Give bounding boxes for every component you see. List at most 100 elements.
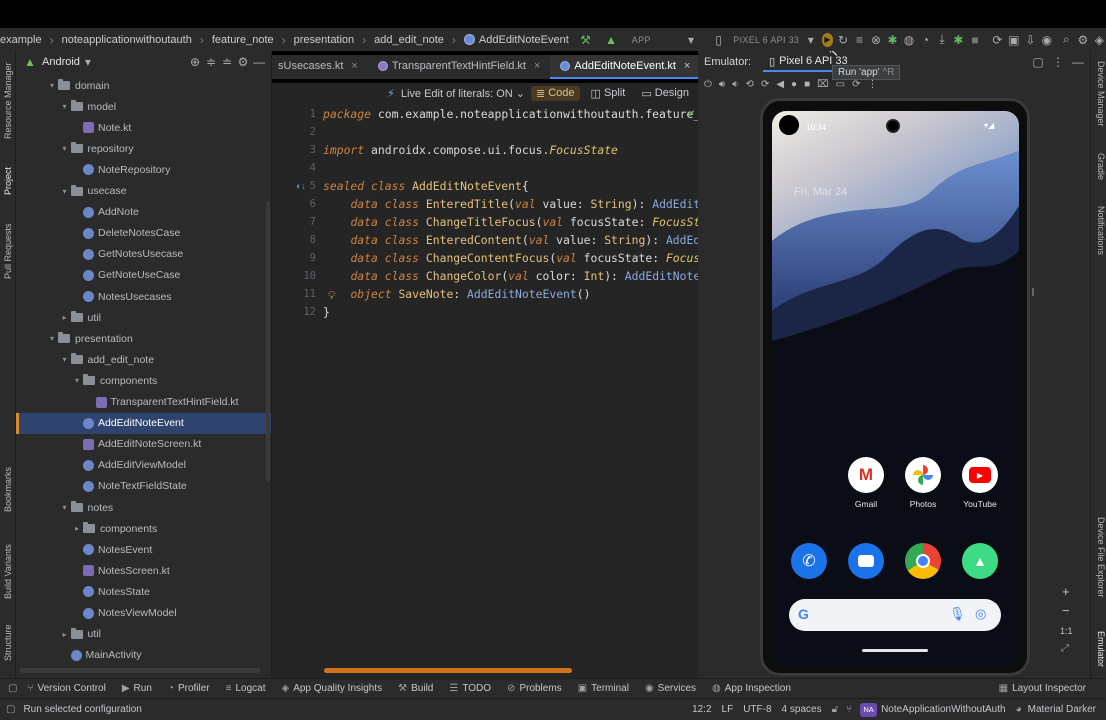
target-icon[interactable]: ⊕ <box>187 54 203 70</box>
chevron-down-icon[interactable]: ▾ <box>59 503 71 512</box>
tree-folder[interactable]: ▾ components <box>16 370 271 391</box>
volume-up-icon[interactable]: 🔊︎ <box>719 79 725 90</box>
editor-tab[interactable]: sUsecases.kt × <box>272 55 368 79</box>
tool-tab-bookmarks[interactable]: Bookmarks <box>1 463 15 515</box>
zoom-actual-size[interactable]: 1:1 <box>1060 626 1073 636</box>
tool-tab-device-file-explorer[interactable]: Device File Explorer <box>1093 517 1106 607</box>
tree-file[interactable]: GetNoteUseCase <box>16 265 271 286</box>
hammer-icon[interactable]: ⚒ <box>579 32 592 48</box>
status-layout-icon[interactable]: ▢ <box>6 704 15 715</box>
person-icon[interactable]: ◕ <box>1016 704 1022 715</box>
project-name[interactable]: NoteApplicationWithoutAuth <box>881 704 1006 715</box>
tree-file[interactable]: NoteTextFieldState <box>16 476 271 497</box>
screenshot-icon[interactable]: ⌧ <box>817 79 829 90</box>
vertical-scrollbar[interactable] <box>266 201 270 481</box>
device-manager-icon[interactable]: ▣ <box>1007 32 1020 48</box>
rotate-right-icon[interactable]: ⟳ <box>761 79 769 90</box>
coverage-icon[interactable]: ◍ <box>902 32 915 48</box>
gesture-home-bar[interactable] <box>862 649 928 652</box>
tool-tab-device-manager[interactable]: Device Manager <box>1093 61 1106 141</box>
tree-folder[interactable]: ▾ add_edit_note <box>16 349 271 370</box>
tree-file[interactable]: DeleteNotesCase <box>16 223 271 244</box>
gear-icon[interactable]: ⚙ <box>235 54 251 70</box>
breadcrumb-item-current[interactable]: AddEditNoteEvent <box>463 34 569 46</box>
project-view-select[interactable]: Android <box>42 56 80 68</box>
chevron-down-icon[interactable]: ▾ <box>59 355 71 364</box>
line-separator[interactable]: LF <box>722 704 734 715</box>
debug-icon[interactable]: ⊗ <box>869 32 882 48</box>
tool-app-quality-insights[interactable]: ◈ App Quality Insights <box>282 683 383 694</box>
app-gmail[interactable]: M Gmail <box>841 457 891 509</box>
sdk-manager-icon[interactable]: ⇩ <box>1024 32 1037 48</box>
tool-tab-build-variants[interactable]: Build Variants <box>1 537 15 607</box>
chevron-down-icon[interactable]: ▾ <box>59 144 71 153</box>
chevron-down-icon[interactable]: ▾ <box>71 376 83 385</box>
home-icon[interactable]: ● <box>791 79 797 90</box>
breadcrumb-item[interactable]: noteapplicationwithoutauth › <box>62 33 212 47</box>
tool-services[interactable]: ◉ Services <box>645 683 696 694</box>
snapshot-icon[interactable]: ⟳ <box>852 79 860 90</box>
tree-file[interactable]: AddEditNoteScreen.kt <box>16 434 271 455</box>
tool-tab-project[interactable]: Project <box>1 159 15 203</box>
tool-problems[interactable]: ⊘ Problems <box>507 683 562 694</box>
tree-folder[interactable]: ▾ model <box>16 96 271 117</box>
indent-setting[interactable]: 4 spaces <box>782 704 822 715</box>
microphone-icon[interactable]: 🎙︎ <box>949 606 966 622</box>
tool-tab-notifications[interactable]: Notifications <box>1093 206 1106 271</box>
breadcrumb-item[interactable]: feature_note › <box>212 33 294 47</box>
close-icon[interactable]: × <box>684 60 690 72</box>
tool-layout-inspector[interactable]: ▦ Layout Inspector <box>999 683 1086 694</box>
gear-icon[interactable]: ⚙ <box>1076 32 1089 48</box>
app-phone[interactable]: ✆ <box>784 543 834 579</box>
bug-icon[interactable]: ✱ <box>886 32 899 48</box>
tree-file[interactable]: NotesScreen.kt <box>16 560 271 581</box>
chevron-down-icon[interactable]: ▾ <box>80 54 96 70</box>
breadcrumb-item[interactable]: presentation › <box>294 33 375 47</box>
tree-file[interactable]: AddNote <box>16 202 271 223</box>
stop-icon[interactable]: ■ <box>968 32 981 48</box>
app-chrome[interactable] <box>898 543 948 579</box>
zoom-in-icon[interactable]: + <box>1062 584 1070 599</box>
device-select[interactable]: PIXEL 6 API 33 <box>733 34 805 45</box>
tree-folder[interactable]: ▸ util <box>16 307 271 328</box>
tree-folder[interactable]: ▸ util <box>16 624 271 645</box>
tool-version-control[interactable]: ⑂ Version Control <box>27 683 105 694</box>
tree-folder[interactable]: ▾ repository <box>16 138 271 159</box>
tree-file[interactable]: NoteRepository <box>16 159 271 180</box>
breadcrumb-item[interactable]: example › <box>0 33 62 47</box>
run-configuration-select[interactable]: APP <box>631 34 683 45</box>
collapse-all-icon[interactable]: ≐ <box>219 54 235 70</box>
run-icon[interactable]: ▶ <box>821 32 834 47</box>
more-vert-icon[interactable]: ⋮ <box>1050 54 1066 70</box>
tree-folder[interactable]: ▸ components <box>16 518 271 539</box>
editor-tab[interactable]: TransparentTextHintField.kt × <box>368 55 551 79</box>
app-android[interactable]: ▲ <box>955 543 1005 579</box>
tree-file[interactable]: TransparentTextHintField.kt <box>16 392 271 413</box>
tool-tab-structure[interactable]: Structure <box>1 617 15 669</box>
lens-icon[interactable]: ◎ <box>975 606 986 622</box>
tool-build[interactable]: ⚒ Build <box>398 683 433 694</box>
attach-debugger-icon[interactable]: ⤓ <box>935 32 948 48</box>
sync-gradle-icon[interactable]: ⟳ <box>991 32 1004 48</box>
minimize-icon[interactable]: — <box>1070 54 1086 70</box>
account-icon[interactable]: ◉ <box>1040 32 1053 48</box>
app-messages[interactable] <box>841 543 891 579</box>
android-bug-icon[interactable]: ✱ <box>952 32 965 48</box>
horizontal-scrollbar[interactable] <box>20 668 260 673</box>
google-search-bar[interactable]: G 🎙︎ ◎ <box>789 599 1001 631</box>
phone-screen[interactable]: 10:34 ▾◢ Fri, Mar 24 M Gmail Photos ▶ Yo… <box>772 111 1019 666</box>
tree-folder[interactable]: ▾ usecase <box>16 181 271 202</box>
tree-file[interactable]: NotesState <box>16 581 271 602</box>
overview-icon[interactable]: ■ <box>804 79 810 90</box>
tool-profiler[interactable]: ◔ Profiler <box>168 683 210 694</box>
tree-folder[interactable]: ▾ notes <box>16 497 271 518</box>
tree-file[interactable]: NotesEvent <box>16 539 271 560</box>
chevron-down-icon[interactable]: ▾ <box>59 187 71 196</box>
live-edit-toggle[interactable]: Live Edit of literals: ON ⌄ <box>401 87 525 100</box>
window-icon[interactable]: ▢ <box>1030 54 1046 70</box>
tool-run[interactable]: ▶ Run <box>122 683 152 694</box>
mode-code-button[interactable]: ≣ Code <box>531 85 580 101</box>
chevron-down-icon[interactable]: ▾ <box>46 334 58 343</box>
tool-todo[interactable]: ☰ TODO <box>449 683 491 694</box>
more-vert-icon[interactable]: ⋮ <box>868 79 878 90</box>
